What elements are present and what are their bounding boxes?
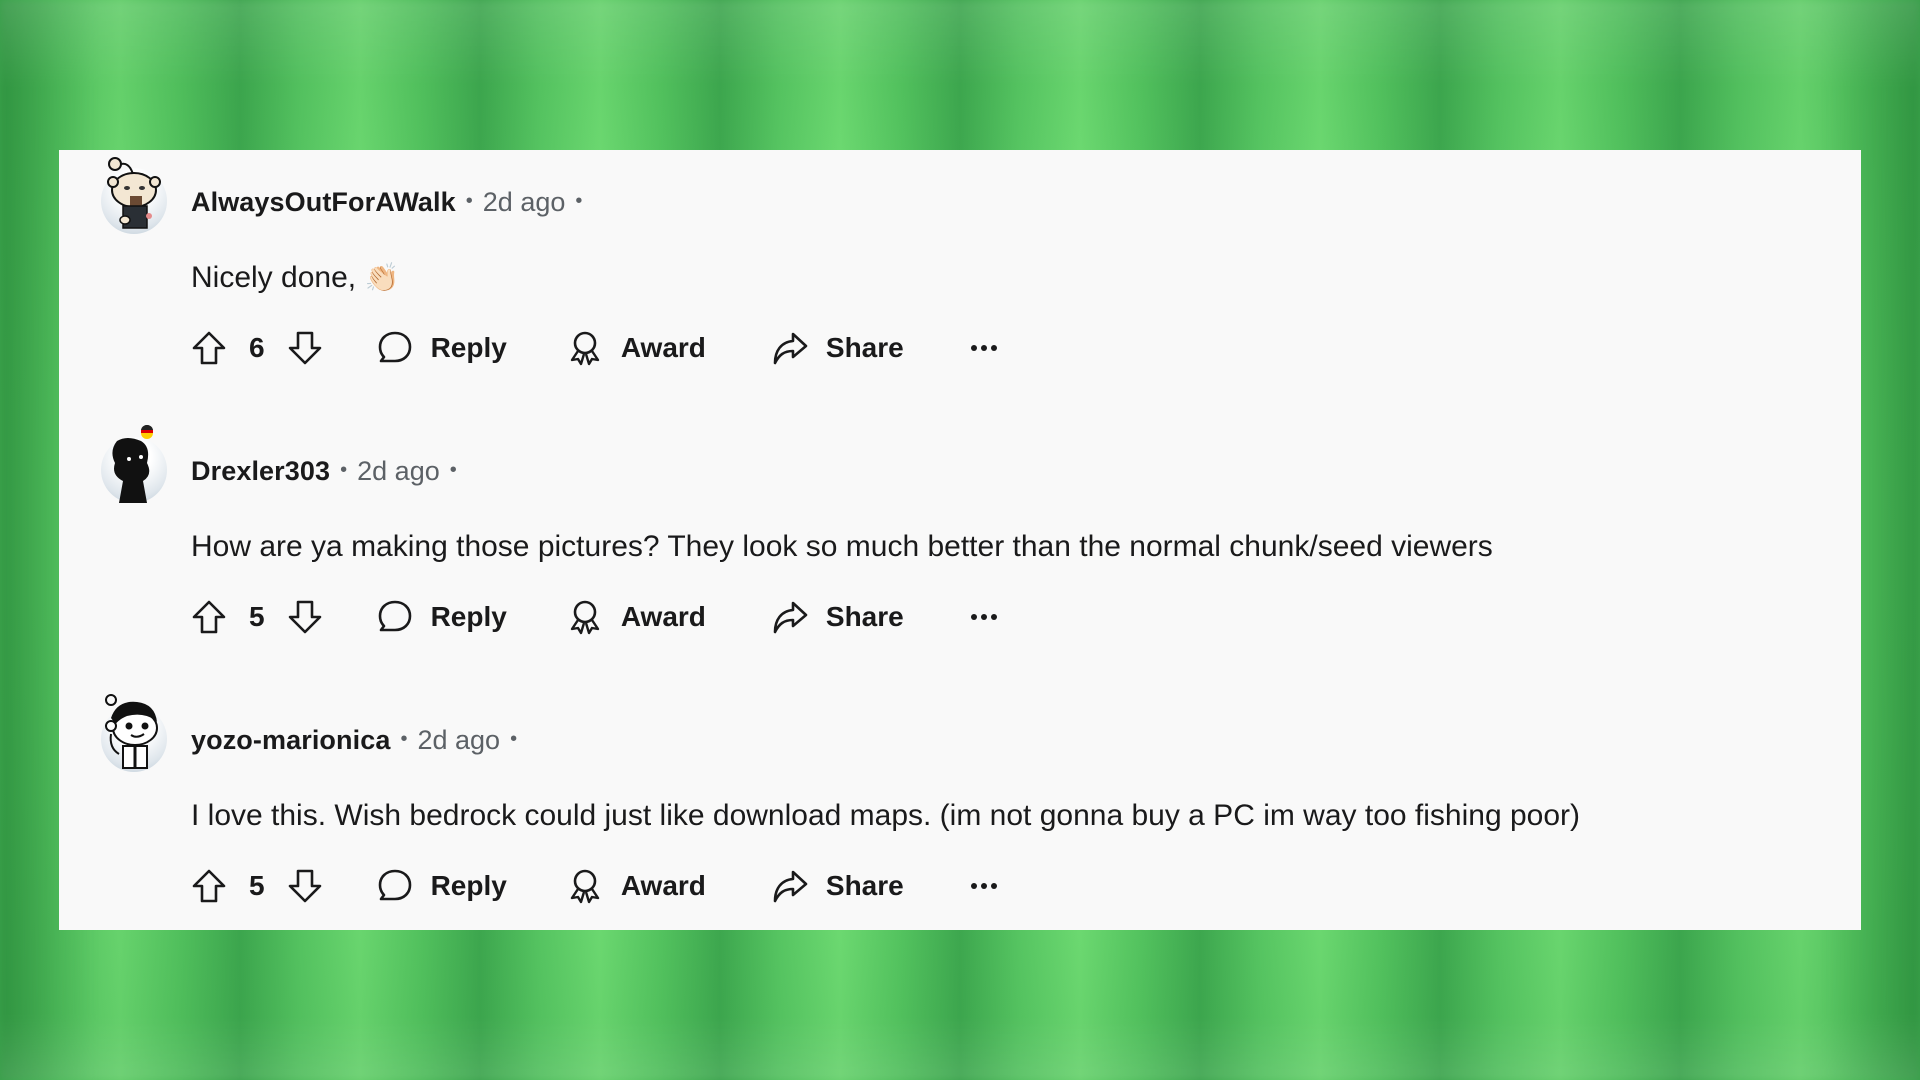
separator-dot: •	[575, 189, 583, 212]
comment: Drexler303 • 2d ago • How are ya making …	[59, 419, 1861, 688]
share-button[interactable]: Share	[772, 868, 904, 904]
username[interactable]: AlwaysOutForAWalk	[191, 187, 456, 218]
upvote-arrow-icon	[192, 869, 226, 903]
snoo-avatar-icon	[107, 157, 161, 229]
comment-text: I love this. Wish bedrock could just lik…	[191, 799, 1580, 832]
username[interactable]: Drexler303	[191, 456, 330, 487]
award-ribbon-icon	[570, 331, 600, 366]
downvote-button[interactable]	[287, 868, 323, 904]
snoo-avatar-icon	[105, 694, 158, 769]
award-ribbon-icon	[570, 869, 600, 904]
vote-score: 5	[249, 870, 265, 901]
comment-text: Nicely done,	[191, 261, 357, 294]
avatar[interactable]	[101, 157, 167, 234]
comment-text: How are ya making those pictures? They l…	[191, 530, 1493, 563]
upvote-button[interactable]	[191, 330, 227, 366]
downvote-arrow-icon	[288, 869, 321, 903]
share-label: Share	[825, 870, 904, 901]
upvote-arrow-icon	[192, 600, 226, 634]
reply-button[interactable]: Reply	[377, 599, 507, 635]
timestamp[interactable]: 2d ago	[483, 187, 566, 218]
more-options-button[interactable]	[970, 599, 998, 635]
upvote-button[interactable]	[191, 599, 227, 635]
comment-header: Drexler303 • 2d ago •	[191, 451, 467, 491]
comment-body: Nicely done, 👏🏻	[191, 258, 399, 298]
separator-dot: •	[449, 458, 457, 481]
reply-button[interactable]: Reply	[377, 868, 507, 904]
comment-body: How are ya making those pictures? They l…	[191, 527, 1493, 567]
share-arrow-icon	[773, 332, 808, 365]
award-button[interactable]: Award	[567, 330, 706, 366]
separator-dot: •	[400, 727, 408, 750]
reply-label: Reply	[430, 332, 507, 363]
downvote-arrow-icon	[288, 600, 321, 634]
comment-actions: 5 Reply Award Share	[191, 597, 998, 637]
upvote-button[interactable]	[191, 868, 227, 904]
separator-dot: •	[340, 458, 348, 481]
comment: yozo-marionica • 2d ago • I love this. W…	[59, 688, 1861, 957]
downvote-button[interactable]	[287, 599, 323, 635]
vote-score: 6	[249, 332, 265, 363]
downvote-button[interactable]	[287, 330, 323, 366]
speech-bubble-icon	[378, 869, 411, 901]
timestamp[interactable]: 2d ago	[357, 456, 440, 487]
award-button[interactable]: Award	[567, 868, 706, 904]
comments-card: AlwaysOutForAWalk • 2d ago • Nicely done…	[59, 150, 1861, 930]
reply-label: Reply	[430, 870, 507, 901]
speech-bubble-icon	[378, 600, 411, 632]
snoo-avatar-icon	[112, 425, 153, 503]
award-label: Award	[620, 601, 706, 632]
separator-dot: •	[465, 189, 473, 212]
avatar[interactable]	[101, 425, 167, 503]
award-button[interactable]: Award	[567, 599, 706, 635]
share-arrow-icon	[773, 870, 808, 903]
award-ribbon-icon	[570, 600, 600, 635]
timestamp[interactable]: 2d ago	[417, 725, 500, 756]
share-button[interactable]: Share	[772, 330, 904, 366]
award-label: Award	[620, 332, 706, 363]
vote-score: 5	[249, 601, 265, 632]
comment: AlwaysOutForAWalk • 2d ago • Nicely done…	[59, 150, 1861, 419]
more-options-button[interactable]	[970, 330, 998, 366]
comment-actions: 5 Reply Award Share	[191, 866, 998, 906]
reply-label: Reply	[430, 601, 507, 632]
avatar[interactable]	[101, 694, 167, 772]
comment-body: I love this. Wish bedrock could just lik…	[191, 796, 1580, 836]
more-options-icon	[970, 345, 997, 351]
more-options-icon	[970, 614, 997, 620]
more-options-icon	[970, 883, 997, 889]
award-label: Award	[620, 870, 706, 901]
share-label: Share	[825, 601, 904, 632]
share-label: Share	[825, 332, 904, 363]
comment-actions: 6 Reply Award Share	[191, 328, 998, 368]
upvote-arrow-icon	[192, 331, 226, 365]
clapping-hands-emoji: 👏🏻	[364, 262, 400, 293]
more-options-button[interactable]	[970, 868, 998, 904]
comment-header: yozo-marionica • 2d ago •	[191, 720, 527, 760]
reply-button[interactable]: Reply	[377, 330, 507, 366]
speech-bubble-icon	[378, 331, 411, 363]
share-button[interactable]: Share	[772, 599, 904, 635]
comment-header: AlwaysOutForAWalk • 2d ago •	[191, 182, 592, 222]
separator-dot: •	[510, 727, 518, 750]
share-arrow-icon	[773, 601, 808, 634]
username[interactable]: yozo-marionica	[191, 725, 390, 756]
downvote-arrow-icon	[288, 331, 321, 365]
